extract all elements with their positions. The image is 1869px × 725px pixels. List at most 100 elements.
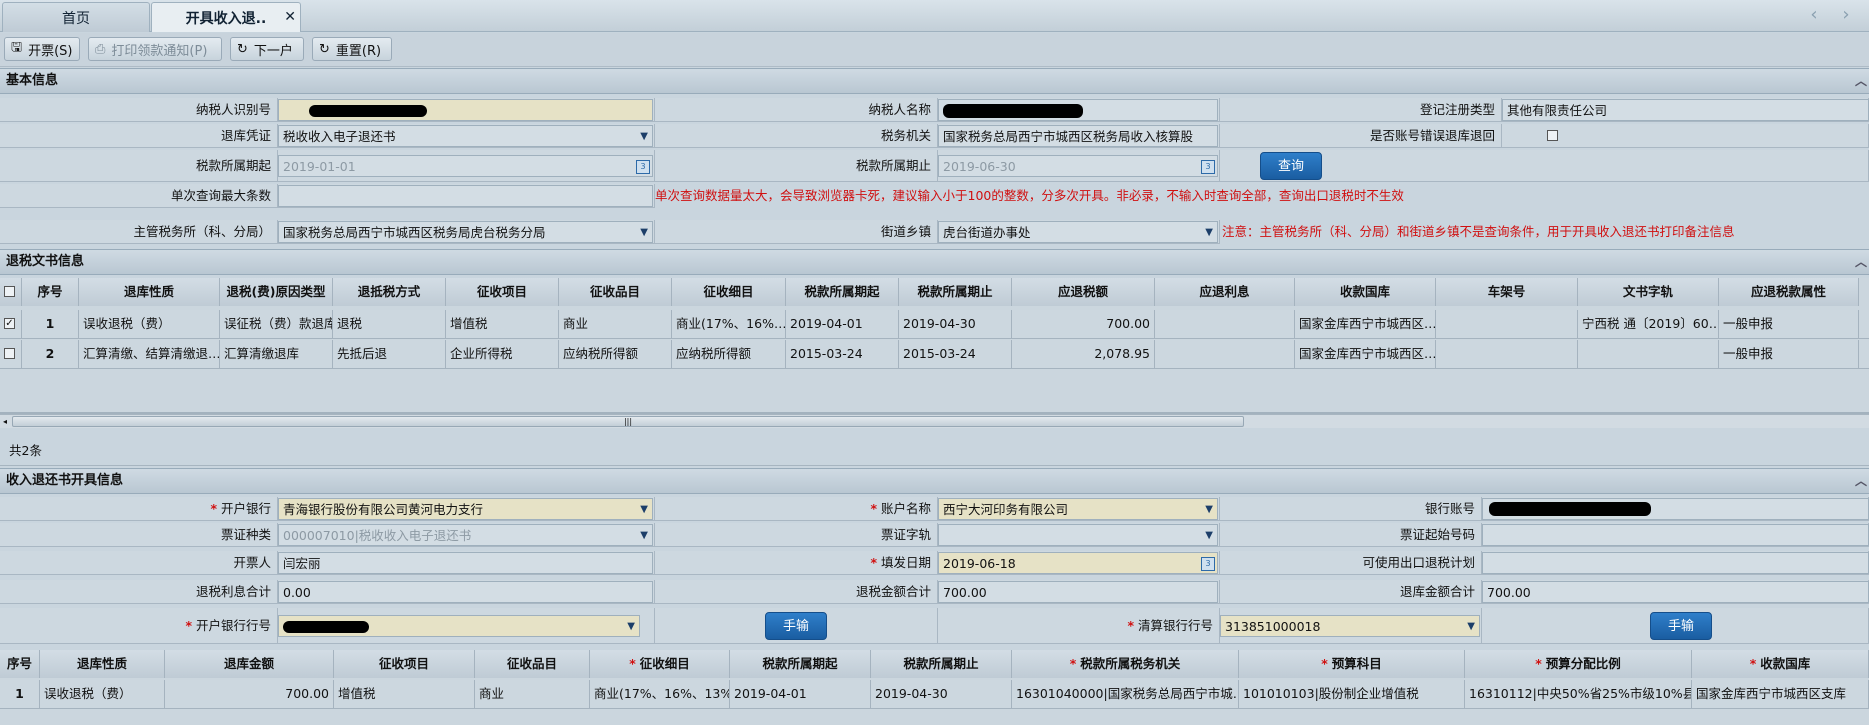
section-refund-info[interactable]: 收入退还书开具信息 ︿ [0,468,1869,494]
grid-header[interactable]: 征收品目 [475,650,590,678]
grid-header[interactable]: 税款所属期起 [786,278,899,306]
grid-header[interactable]: 征收项目 [446,278,559,306]
manual-input-button-2[interactable]: 手输 [1650,612,1712,640]
refund-total-input[interactable]: 700.00 [938,581,1218,603]
reset-button[interactable]: ↻ 重置(R) [312,37,392,61]
table-row[interactable]: 2 汇算清缴、结算清缴退… 汇算清缴退库 先抵后退 企业所得税 应纳税所得额 应… [0,340,1869,369]
grid-header[interactable]: 应退税款属性 [1719,278,1859,306]
max-rows-input[interactable] [278,185,653,207]
grid-header[interactable]: 收款国库 [1295,278,1436,306]
query-button[interactable]: 查询 [1260,152,1322,180]
table-cell: 2 [22,340,79,368]
ticket-type-select[interactable]: 000007010|税收收入电子退还书 ▼ [278,524,653,546]
ticket-track-cell: ▼ [938,523,1220,547]
account-name-select[interactable]: 西宁大河印务有限公司 ▼ [938,498,1218,520]
bank-code-select[interactable]: ▼ [278,615,640,637]
scrollbar-thumb[interactable]: ||| [12,416,1244,427]
grid-header[interactable]: 税款所属期止 [899,278,1012,306]
grid-header[interactable]: 退税(费)原因类型 [220,278,333,306]
calendar-icon[interactable]: 3 [1201,160,1215,174]
close-icon[interactable]: ✕ [284,9,296,25]
grid-header[interactable]: 序号 [0,650,40,678]
table-row[interactable]: 1 误收退税（费） 700.00 增值税 商业 商业(17%、16%、13%) … [0,680,1869,709]
grid-header[interactable]: 征收品目 [559,278,672,306]
calendar-icon[interactable]: 3 [1201,557,1215,571]
clear-bank-select[interactable]: 313851000018 ▼ [1220,615,1480,637]
chevron-left-icon[interactable]: ‹ [1802,4,1826,28]
grid-header[interactable]: 税款所属期起 [730,650,871,678]
issuer-input[interactable]: 闫宏丽 [278,552,653,574]
table-cell: 先抵后退 [333,340,446,368]
section-docs[interactable]: 退税文书信息 ︿ [0,249,1869,275]
chevron-right-icon[interactable]: › [1834,4,1858,28]
chevron-down-icon[interactable]: ▼ [640,499,648,519]
table-row[interactable]: ✓ 1 误收退税（费） 误征税（费）款退库 退税 增值税 商业 商业(17%、1… [0,310,1869,339]
grid-header[interactable]: 退库金额 [165,650,334,678]
collapse-icon[interactable]: ︿ [1855,250,1867,274]
chevron-down-icon[interactable]: ▼ [1205,499,1213,519]
office-select[interactable]: 国家税务总局西宁市城西区税务局虎台税务分局 ▼ [278,221,653,243]
collapse-icon[interactable]: ︿ [1855,469,1867,493]
return-total-input[interactable]: 700.00 [1482,581,1869,603]
chevron-down-icon[interactable]: ▼ [1205,222,1213,242]
account-no-input[interactable] [1482,498,1869,520]
reg-type-input[interactable]: 其他有限责任公司 [1502,99,1869,121]
tab-home[interactable]: 首页 [2,2,150,32]
grid-header[interactable]: 序号 [22,278,79,306]
grid-header[interactable]: 征收项目 [334,650,475,678]
grid-header[interactable]: * 预算科目 [1239,650,1465,678]
fill-date-input[interactable]: 2019-06-18 3 [938,552,1218,574]
bank-label: * 开户银行 [0,497,278,521]
grid-header[interactable]: 车架号 [1436,278,1578,306]
ticket-type-value: 000007010|税收收入电子退还书 [283,528,472,543]
grid-header[interactable]: 文书字轨 [1578,278,1719,306]
select-all-checkbox[interactable] [4,286,15,297]
period-end-cell: 2019-06-30 3 [938,150,1220,182]
chevron-down-icon[interactable]: ▼ [1467,616,1475,636]
grid-header[interactable]: 税款所属期止 [871,650,1012,678]
wrong-return-checkbox[interactable] [1547,130,1558,141]
scroll-left-icon[interactable]: ◂ [0,416,10,428]
street-select[interactable]: 虎台街道办事处 ▼ [938,221,1218,243]
tab-refund[interactable]: 开具收入退.. ✕ [151,2,301,32]
interest-total-cell: 0.00 [278,580,655,604]
taxpayer-id-input[interactable] [278,99,653,121]
grid-header[interactable]: * 征收细目 [590,650,730,678]
taxpayer-name-input[interactable] [938,99,1218,121]
grid-header[interactable]: 退抵税方式 [333,278,446,306]
taxpayer-id-cell [278,98,655,122]
chevron-down-icon[interactable]: ▼ [640,525,648,545]
chevron-down-icon[interactable]: ▼ [627,616,635,636]
next-household-button[interactable]: ↻ 下一户 [230,37,304,61]
ticket-start-input[interactable] [1482,524,1869,546]
period-end-input[interactable]: 2019-06-30 3 [938,155,1218,177]
grid-header[interactable]: * 预算分配比例 [1465,650,1692,678]
row-checkbox[interactable] [4,348,15,359]
section-basic-info[interactable]: 基本信息 ︿ [0,68,1869,94]
interest-total-input[interactable]: 0.00 [278,581,653,603]
collapse-icon[interactable]: ︿ [1855,69,1867,93]
grid-header[interactable]: * 收款国库 [1692,650,1869,678]
chevron-down-icon[interactable]: ▼ [640,126,648,146]
grid-header[interactable]: * 税款所属税务机关 [1012,650,1239,678]
chevron-down-icon[interactable]: ▼ [640,222,648,242]
chevron-down-icon[interactable]: ▼ [1205,525,1213,545]
calendar-icon[interactable]: 3 [636,160,650,174]
export-plan-input[interactable] [1482,552,1869,574]
grid-header[interactable]: 征收细目 [672,278,786,306]
manual-input-button[interactable]: 手输 [765,612,827,640]
grid-header[interactable]: 退库性质 [40,650,165,678]
open-invoice-button[interactable]: 🖫 开票(S) [4,37,80,61]
grid-header[interactable]: 应退利息 [1155,278,1295,306]
grid-header[interactable]: 退库性质 [79,278,220,306]
row-checkbox[interactable]: ✓ [4,318,15,329]
grid-header[interactable]: 应退税额 [1012,278,1155,306]
period-start-input[interactable]: 2019-01-01 3 [278,155,653,177]
voucher-select[interactable]: 税收收入电子退还书 ▼ [278,125,653,147]
horizontal-scrollbar[interactable]: ◂ ||| [0,414,1869,428]
ticket-track-select[interactable]: ▼ [938,524,1218,546]
taxpayer-id-label: 纳税人识别号 [0,98,278,122]
bank-select[interactable]: 青海银行股份有限公司黄河电力支行 ▼ [278,498,653,520]
tax-office-input[interactable]: 国家税务总局西宁市城西区税务局收入核算股 [938,125,1218,147]
print-notice-button[interactable]: ⎙ 打印领款通知(P) [88,37,222,61]
